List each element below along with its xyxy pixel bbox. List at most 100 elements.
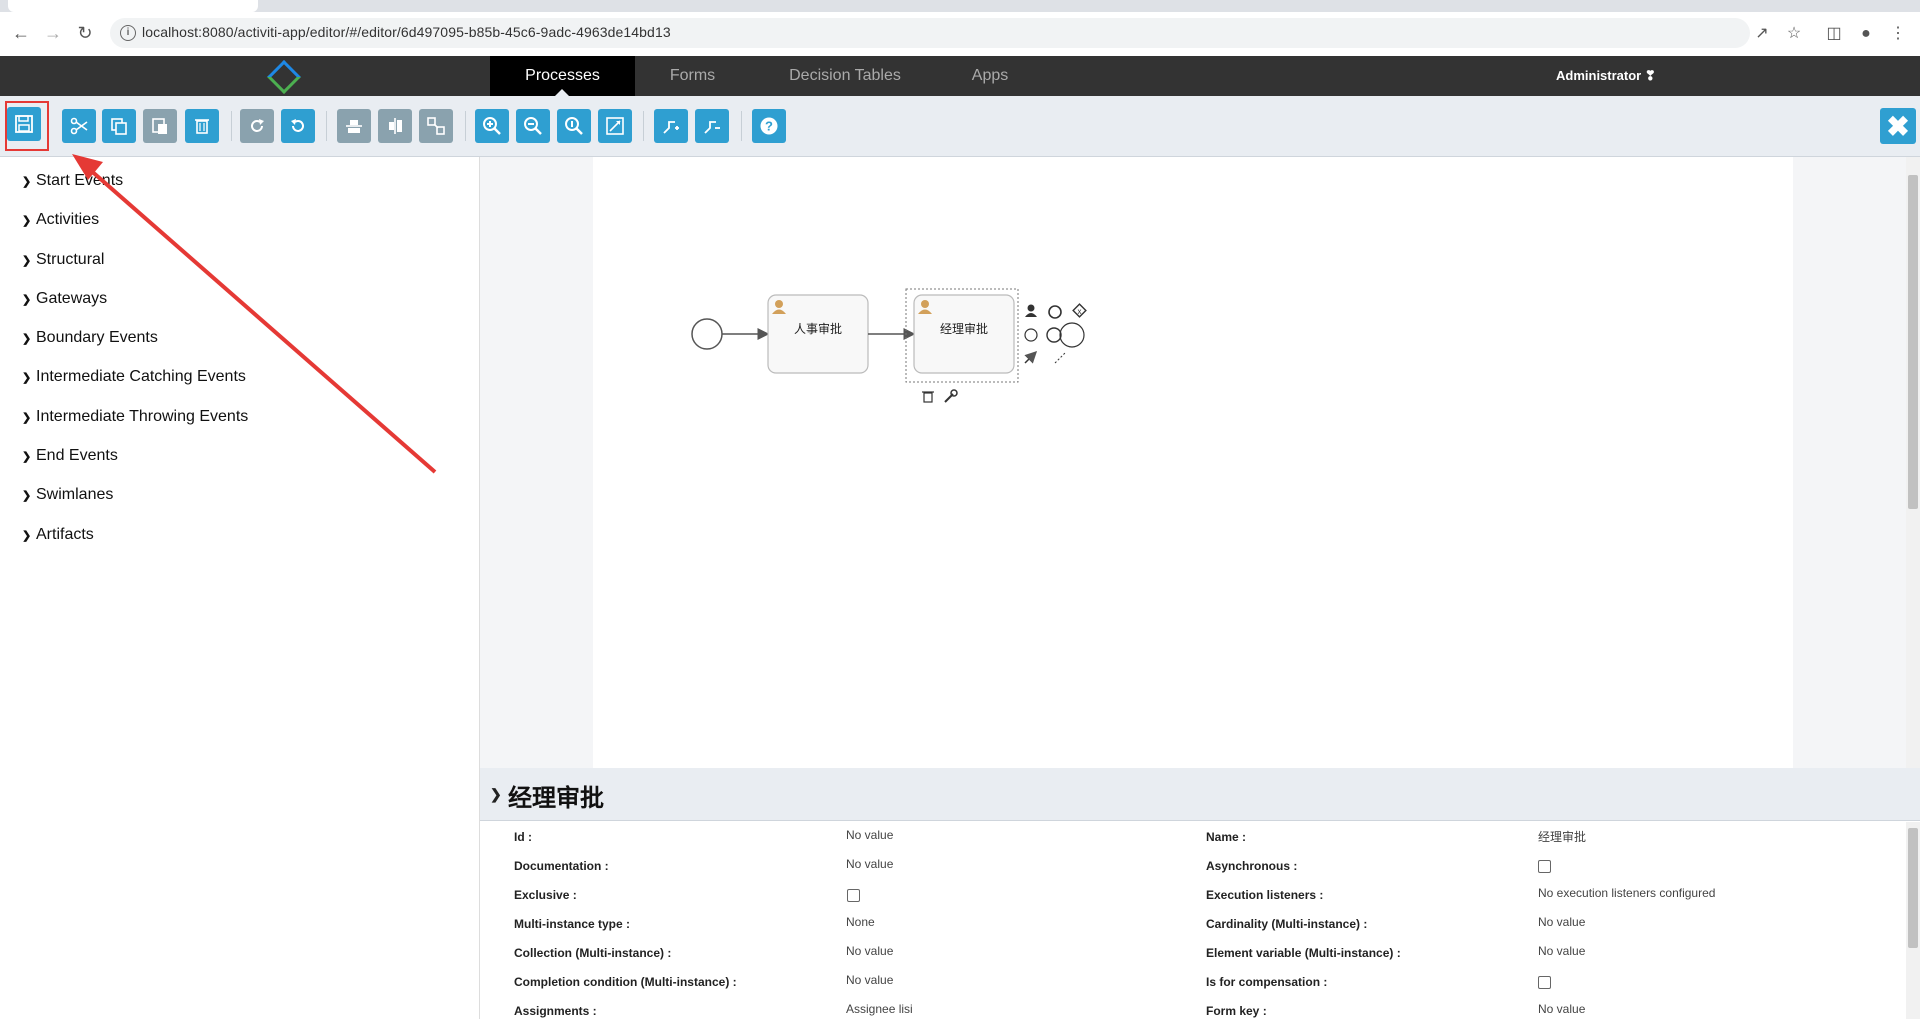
tab-decision-tables[interactable]: Decision Tables [770, 56, 920, 96]
tab-apps[interactable]: Apps [940, 56, 1040, 96]
menu-dots-icon[interactable]: ⋮ [1888, 24, 1908, 44]
gateway-quick-icon[interactable]: x [1072, 303, 1087, 318]
palette-label: Boundary Events [36, 329, 158, 346]
palette-label: Structural [36, 251, 105, 268]
palette-artifacts[interactable]: ❯ Artifacts [22, 526, 94, 544]
chevron-right-icon: ❯ [22, 176, 32, 188]
palette-label: Intermediate Throwing Events [36, 408, 249, 425]
chevron-right-icon: ❯ [22, 333, 32, 345]
boundary-event-quick-icon[interactable] [1046, 327, 1062, 343]
reload-icon[interactable]: ↻ [74, 22, 96, 44]
share-icon[interactable]: ↗ [1752, 24, 1772, 44]
undo-icon [291, 119, 304, 132]
trash-icon [195, 119, 209, 134]
prop-completion-condition-value[interactable]: No value [846, 973, 893, 987]
redo-icon [251, 119, 264, 132]
text-annotation-quick-icon[interactable] [1059, 322, 1085, 348]
prop-cardinality-value[interactable]: No value [1538, 915, 1585, 929]
copy-button[interactable] [102, 109, 136, 143]
connector-quick-icon[interactable] [1024, 350, 1038, 364]
diagram-canvas[interactable] [593, 157, 1793, 768]
bookmark-star-icon[interactable]: ☆ [1784, 24, 1804, 44]
align-vertical-button[interactable] [378, 109, 412, 143]
zoom-out-button[interactable] [516, 109, 550, 143]
chevron-down-icon[interactable]: ❯ [490, 786, 502, 803]
prop-multi-instance-type-value[interactable]: None [846, 915, 875, 929]
delete-shape-icon[interactable] [922, 391, 934, 403]
prop-name-value[interactable]: 经理审批 [1538, 828, 1586, 845]
same-size-button[interactable] [419, 109, 453, 143]
start-event[interactable] [691, 318, 723, 350]
zoom-in-button[interactable] [475, 109, 509, 143]
url-text[interactable]: localhost:8080/activiti-app/editor/#/edi… [142, 24, 671, 40]
canvas-scrollbar-thumb[interactable] [1908, 175, 1918, 509]
palette-structural[interactable]: ❯ Structural [22, 251, 104, 269]
prop-form-key-value[interactable]: No value [1538, 1002, 1585, 1016]
prop-element-variable-label: Element variable (Multi-instance) : [1206, 946, 1401, 960]
prop-is-for-compensation-checkbox[interactable] [1538, 976, 1551, 989]
palette-end-events[interactable]: ❯ End Events [22, 447, 118, 465]
prop-exclusive-label: Exclusive : [514, 888, 577, 902]
user-task-quick-icon[interactable] [1025, 304, 1037, 318]
palette-label: Activities [36, 211, 100, 228]
side-panel-icon[interactable]: ◫ [1824, 24, 1844, 44]
undo-button[interactable] [281, 109, 315, 143]
prop-exclusive-checkbox[interactable] [847, 889, 860, 902]
palette-activities[interactable]: ❯ Activities [22, 211, 99, 229]
palette-gateways[interactable]: ❯ Gateways [22, 290, 107, 308]
chevron-right-icon: ❯ [22, 530, 32, 542]
chevron-right-icon: ❯ [22, 372, 32, 384]
align-horizontal-button[interactable] [337, 109, 371, 143]
svg-text:?: ? [765, 119, 773, 134]
end-event-quick-icon[interactable] [1048, 305, 1062, 319]
palette-label: Gateways [36, 290, 108, 307]
add-bendpoint-button[interactable] [654, 109, 688, 143]
palette-start-events[interactable]: ❯ Start Events [22, 172, 123, 190]
palette-intermediate-catching-events[interactable]: ❯ Intermediate Catching Events [22, 368, 246, 386]
cut-button[interactable] [62, 109, 96, 143]
toolbar-divider [231, 111, 232, 141]
toolbar-divider [465, 111, 466, 141]
help-button[interactable]: ? [752, 109, 786, 143]
site-info-icon[interactable]: i [120, 25, 136, 41]
tab-forms[interactable]: Forms [640, 56, 745, 96]
prop-element-variable-value[interactable]: No value [1538, 944, 1585, 958]
association-quick-icon[interactable] [1054, 351, 1067, 364]
browser-tab[interactable] [8, 0, 258, 12]
palette-swimlanes[interactable]: ❯ Swimlanes [22, 486, 113, 504]
properties-scrollbar-thumb[interactable] [1908, 828, 1918, 948]
shape-palette [0, 157, 480, 1019]
prop-id-value[interactable]: No value [846, 828, 893, 842]
prop-asynchronous-checkbox[interactable] [1538, 860, 1551, 873]
paste-icon [152, 118, 167, 134]
palette-intermediate-throwing-events[interactable]: ❯ Intermediate Throwing Events [22, 408, 248, 426]
wrench-icon[interactable] [944, 389, 958, 403]
delete-button[interactable] [185, 109, 219, 143]
prop-assignments-value[interactable]: Assignee lisi [846, 1002, 913, 1016]
toolbar-divider [326, 111, 327, 141]
profile-icon[interactable]: ● [1856, 24, 1876, 44]
close-editor-button[interactable]: ✖ [1880, 108, 1916, 144]
prop-execution-listeners-label: Execution listeners : [1206, 888, 1324, 902]
align-horizontal-icon [346, 120, 362, 133]
prop-asynchronous-label: Asynchronous : [1206, 859, 1298, 873]
user-menu[interactable]: Administrator ❣ [1556, 56, 1656, 96]
back-icon[interactable]: ← [10, 22, 32, 44]
properties-title: 经理审批 [508, 785, 604, 812]
same-size-icon [427, 117, 445, 135]
properties-header[interactable] [480, 768, 1920, 821]
close-icon: ✖ [1886, 110, 1910, 142]
palette-label: Start Events [36, 172, 124, 189]
prop-documentation-value[interactable]: No value [846, 857, 893, 871]
toolbar-divider [741, 111, 742, 141]
redo-button[interactable] [240, 109, 274, 143]
forward-icon[interactable]: → [42, 22, 64, 44]
zoom-actual-button[interactable] [557, 109, 591, 143]
palette-boundary-events[interactable]: ❯ Boundary Events [22, 329, 158, 347]
paste-button[interactable] [143, 109, 177, 143]
zoom-fit-button[interactable] [598, 109, 632, 143]
prop-execution-listeners-value[interactable]: No execution listeners configured [1538, 886, 1715, 900]
prop-collection-value[interactable]: No value [846, 944, 893, 958]
intermediate-event-quick-icon[interactable] [1024, 328, 1038, 342]
remove-bendpoint-button[interactable] [695, 109, 729, 143]
